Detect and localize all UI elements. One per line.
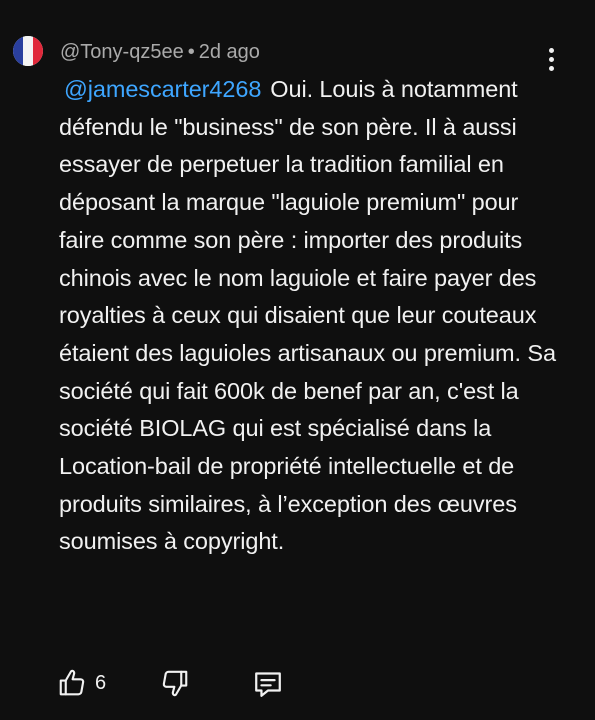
comment-time[interactable]: 2d ago <box>199 41 260 63</box>
more-dot <box>548 65 554 71</box>
more-dot <box>548 47 554 53</box>
like-count: 6 <box>95 671 107 694</box>
flag-stripe-white <box>23 36 33 66</box>
reply-comment-icon <box>251 668 285 700</box>
more-vertical-icon[interactable] <box>539 44 563 74</box>
flag-stripe-blue <box>13 36 23 66</box>
author-avatar[interactable] <box>13 36 43 66</box>
more-dot <box>548 56 554 62</box>
reply-button[interactable] <box>251 668 285 700</box>
thumbs-down-icon <box>160 668 190 698</box>
dislike-button[interactable] <box>160 668 190 698</box>
comment-text: Oui. Louis à notamment défendu le "busin… <box>59 76 556 555</box>
comment-body: @jamescarter4268 Oui. Louis à notamment d… <box>59 71 559 561</box>
flag-stripe-red <box>33 36 43 66</box>
comment-header: @Tony-qz5ee • 2d ago <box>60 40 260 64</box>
header-separator: • <box>187 41 195 63</box>
author-name[interactable]: @Tony-qz5ee <box>60 41 184 63</box>
comment-actions: 6 <box>0 664 595 704</box>
like-button[interactable]: 6 <box>57 668 106 698</box>
mention-link[interactable]: @jamescarter4268 <box>64 76 261 102</box>
thumbs-up-icon <box>57 668 87 698</box>
